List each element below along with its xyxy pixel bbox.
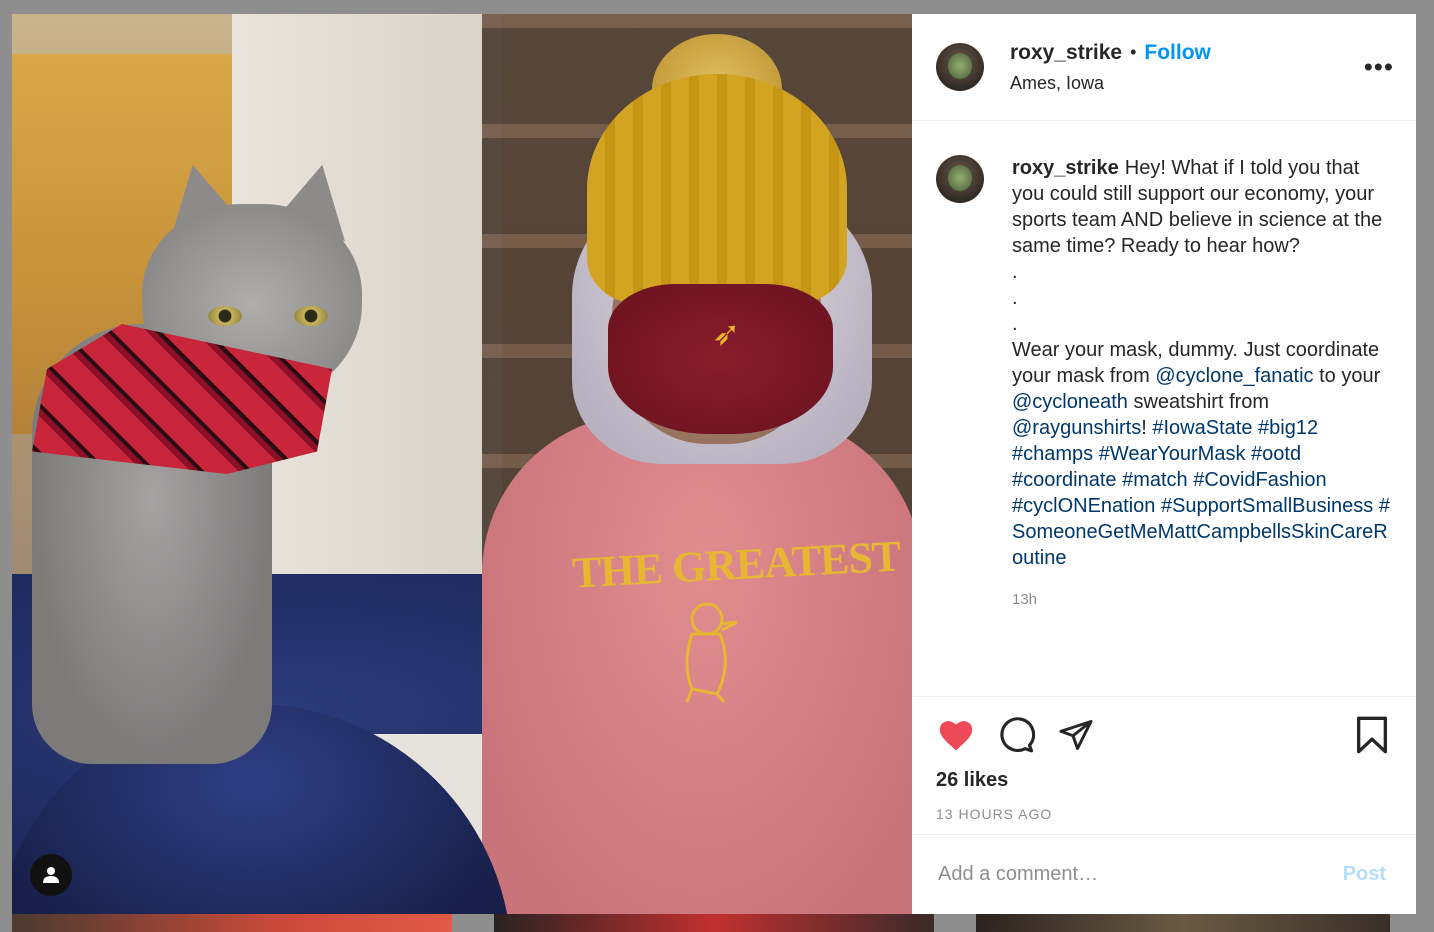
photo-cat-eye-right: [294, 306, 328, 326]
post-sidebar: roxy_strike • Follow Ames, Iowa ••• roxy…: [912, 14, 1416, 914]
comment-button[interactable]: [996, 715, 1036, 755]
hashtag-link[interactable]: #big12: [1258, 417, 1318, 439]
user-icon: [43, 867, 59, 883]
like-button[interactable]: [936, 715, 976, 755]
hashtag-link[interactable]: #ootd: [1251, 443, 1301, 465]
photo-mascot-print: [685, 602, 738, 703]
more-options-icon[interactable]: •••: [1364, 52, 1394, 83]
comment-icon: [1000, 717, 1035, 753]
save-button[interactable]: [1352, 715, 1392, 755]
comment-input[interactable]: [936, 862, 1337, 887]
likes-count[interactable]: 26 likes: [936, 769, 1392, 792]
background-thumbnail-1: [12, 914, 452, 932]
post-photo[interactable]: THE GREATEST ➶: [12, 14, 912, 914]
post-timestamp: 13 HOURS AGO: [936, 806, 1053, 822]
caption-text-part4: sweatshirt from: [1133, 391, 1270, 413]
background-thumbnail-2: [494, 914, 934, 932]
hashtag-link[interactable]: #coordinate: [1012, 469, 1117, 491]
hashtag-link[interactable]: #match: [1122, 469, 1188, 491]
caption-row: roxy_strike Hey! What if I told you that …: [936, 155, 1392, 571]
username-link[interactable]: roxy_strike: [1010, 41, 1122, 65]
actions-section: 26 likes 13 HOURS AGO: [912, 696, 1416, 834]
hashtag-link[interactable]: #champs: [1012, 443, 1093, 465]
post-modal: THE GREATEST ➶ roxy_strike • Follow Ames…: [12, 14, 1416, 914]
location-link[interactable]: Ames, Iowa: [1010, 73, 1211, 94]
post-header: roxy_strike • Follow Ames, Iowa •••: [912, 14, 1416, 121]
avatar[interactable]: [936, 43, 984, 91]
caption-text: roxy_strike Hey! What if I told you that …: [1012, 155, 1392, 571]
comment-form: Post: [912, 834, 1416, 914]
caption-dot: .: [1012, 261, 1018, 283]
action-icons: [936, 713, 1392, 757]
background-thumbnail-3: [976, 914, 1390, 932]
mention-link[interactable]: @cyclone_fanatic: [1155, 365, 1313, 387]
header-line: roxy_strike • Follow: [1010, 41, 1211, 65]
caption-timestamp: 13h: [1012, 591, 1038, 608]
caption-avatar[interactable]: [936, 155, 984, 203]
send-icon: [1059, 720, 1093, 750]
hashtag-link[interactable]: #CovidFashion: [1193, 469, 1326, 491]
caption-username[interactable]: roxy_strike: [1012, 157, 1119, 179]
caption-text-part3: to your: [1319, 365, 1381, 387]
tagged-users-button[interactable]: [30, 854, 72, 896]
caption-dot: .: [1012, 313, 1018, 335]
hashtag-link[interactable]: #SupportSmallBusiness: [1161, 495, 1373, 517]
separator-dot: •: [1130, 42, 1137, 62]
heart-filled-icon: [939, 721, 973, 751]
caption-dot: .: [1012, 287, 1018, 309]
photo-mask-logo: ➶: [712, 314, 741, 354]
post-comment-button[interactable]: Post: [1337, 862, 1392, 887]
hashtag-link[interactable]: #WearYourMask: [1099, 443, 1246, 465]
header-text: roxy_strike • Follow Ames, Iowa: [1010, 41, 1211, 94]
bookmark-icon: [1356, 716, 1387, 754]
follow-button[interactable]: Follow: [1144, 41, 1211, 65]
hashtag-link[interactable]: #cyclONEnation: [1012, 495, 1155, 517]
comments-area: roxy_strike Hey! What if I told you that …: [912, 121, 1416, 696]
mention-link[interactable]: @raygunshirts: [1012, 417, 1141, 439]
photo-beanie: [587, 74, 847, 304]
share-button[interactable]: [1056, 715, 1096, 755]
hashtag-link[interactable]: #IowaState: [1152, 417, 1252, 439]
mention-link[interactable]: @cycloneath: [1012, 391, 1128, 413]
photo-cat-eye-left: [208, 306, 242, 326]
photo-face-mask: [608, 284, 833, 434]
caption-text-part5: !: [1141, 417, 1147, 439]
